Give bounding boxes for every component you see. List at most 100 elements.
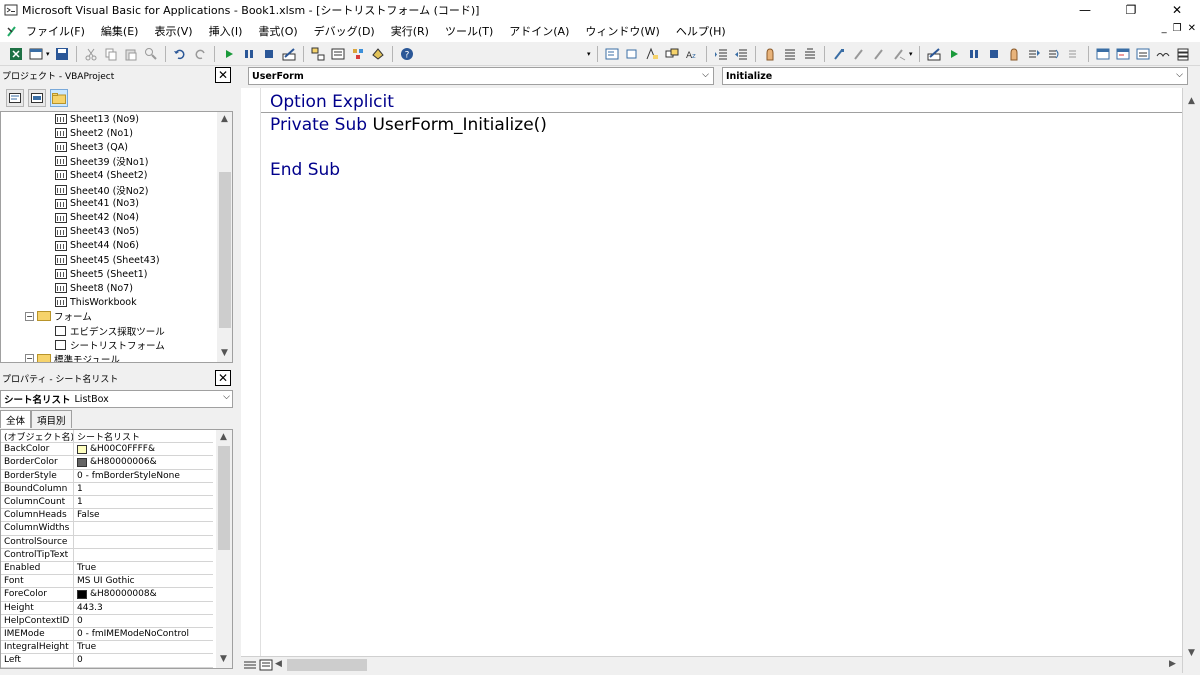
property-value[interactable]: 0 - fmBorderStyleNone [74, 470, 213, 482]
properties-scroll-thumb[interactable] [218, 446, 230, 550]
project-explorer-icon[interactable] [310, 46, 326, 62]
view-code-button[interactable] [6, 89, 24, 107]
breakpoint-icon-2[interactable] [1006, 46, 1022, 62]
tree-item[interactable]: − フォーム [25, 309, 92, 323]
properties-pane-close-button[interactable]: ✕ [215, 370, 231, 386]
property-value[interactable]: &H00C0FFFF& [74, 443, 213, 455]
property-value[interactable]: True [74, 641, 213, 653]
save-icon[interactable] [54, 46, 70, 62]
tree-item[interactable]: シートリストフォーム [55, 338, 165, 352]
tab-alphabetic[interactable]: 全体 [0, 410, 32, 428]
tree-item[interactable]: Sheet45 (Sheet43) [55, 253, 160, 267]
tab-categorized[interactable]: 項目別 [31, 410, 72, 428]
property-row[interactable]: Enabled True [1, 562, 213, 576]
undo-icon[interactable] [172, 46, 188, 62]
mdi-minimize-button[interactable]: _ [1162, 23, 1167, 34]
tree-item[interactable]: Sheet13 (No9) [55, 112, 139, 126]
property-value[interactable]: 1 [74, 483, 213, 495]
property-value[interactable]: 0 - fmIMEModeNoControl [74, 628, 213, 640]
menu-item-10[interactable]: ヘルプ(H) [668, 23, 734, 39]
tree-item[interactable]: エビデンス採取ツール [55, 324, 165, 338]
toolbox-icon[interactable] [370, 46, 386, 62]
list-properties-icon[interactable] [604, 46, 620, 62]
menu-item-6[interactable]: 実行(R) [383, 23, 437, 39]
call-stack-icon[interactable] [1175, 46, 1191, 62]
copy-icon[interactable] [103, 46, 119, 62]
property-row[interactable]: ColumnHeads False [1, 509, 213, 523]
tree-item[interactable]: − 標準モジュール [25, 352, 120, 362]
property-value[interactable]: 1 [74, 496, 213, 508]
tree-item[interactable]: Sheet4 (Sheet2) [55, 168, 147, 182]
code-horizontal-scroll-thumb[interactable] [287, 659, 367, 671]
property-value[interactable]: 0 [74, 654, 213, 666]
comment-block-icon[interactable] [782, 46, 798, 62]
tree-item[interactable]: Sheet42 (No4) [55, 211, 139, 225]
run-icon-2[interactable] [946, 46, 962, 62]
design-mode-icon-2[interactable] [926, 46, 942, 62]
tree-item[interactable]: Sheet2 (No1) [55, 126, 133, 140]
object-dropdown[interactable]: UserForm ⌵ [248, 67, 714, 85]
menu-item-5[interactable]: デバッグ(D) [306, 23, 383, 39]
property-value[interactable]: 443.3 [74, 602, 213, 614]
scroll-left-icon[interactable]: ◀ [275, 659, 282, 669]
menu-item-7[interactable]: ツール(T) [437, 23, 501, 39]
code-line[interactable]: Option Explicit [270, 92, 394, 112]
property-value[interactable]: シート名リスト [74, 430, 213, 443]
collapse-toggle-icon[interactable]: − [25, 311, 34, 321]
tree-item[interactable]: Sheet39 (没No1) [55, 154, 148, 168]
reset-icon-2[interactable] [986, 46, 1002, 62]
properties-window-icon[interactable] [330, 46, 346, 62]
code-editor[interactable] [241, 88, 1182, 656]
code-horizontal-scrollbar[interactable]: ◀ ▶ [241, 656, 1182, 673]
menu-item-1[interactable]: 編集(E) [93, 23, 147, 39]
clear-bookmarks-icon[interactable] [891, 46, 907, 62]
run-icon[interactable] [221, 46, 237, 62]
scroll-down-icon[interactable]: ▼ [1188, 648, 1195, 658]
outdent-icon[interactable] [733, 46, 749, 62]
property-row[interactable]: ColumnCount 1 [1, 496, 213, 510]
next-bookmark-icon[interactable] [851, 46, 867, 62]
quick-watch-icon[interactable] [1155, 46, 1171, 62]
scroll-up-icon[interactable]: ▲ [1188, 96, 1195, 106]
step-out-icon[interactable] [1066, 46, 1082, 62]
property-row[interactable]: IntegralHeight True [1, 641, 213, 655]
complete-word-icon[interactable]: Az [684, 46, 700, 62]
menu-item-4[interactable]: 書式(O) [250, 23, 305, 39]
redo-icon[interactable] [192, 46, 208, 62]
parameter-info-icon[interactable] [664, 46, 680, 62]
indent-icon[interactable] [713, 46, 729, 62]
find-icon[interactable] [143, 46, 159, 62]
mdi-restore-button[interactable]: ❐ [1173, 23, 1182, 34]
scroll-down-icon[interactable]: ▼ [220, 654, 227, 664]
tree-item[interactable]: Sheet3 (QA) [55, 140, 128, 154]
property-row[interactable]: BorderColor &H80000006& [1, 456, 213, 470]
procedure-dropdown[interactable]: Initialize ⌵ [722, 67, 1188, 85]
scroll-down-icon[interactable]: ▼ [221, 348, 228, 358]
toggle-breakpoint-icon[interactable] [762, 46, 778, 62]
code-margin[interactable] [241, 88, 261, 656]
scroll-up-icon[interactable]: ▲ [220, 432, 227, 442]
tree-item[interactable]: Sheet44 (No6) [55, 239, 139, 253]
break-icon[interactable] [241, 46, 257, 62]
project-tree-scrollbar[interactable]: ▲ ▼ [217, 112, 232, 362]
chevron-down-icon[interactable]: ⌵ [223, 392, 230, 402]
property-value[interactable] [74, 536, 213, 548]
immediate-window-icon[interactable] [1115, 46, 1131, 62]
toolbar-overflow-icon-2[interactable]: ▾ [909, 46, 915, 62]
collapse-toggle-icon[interactable]: − [25, 354, 34, 362]
code-vertical-scrollbar[interactable]: ▲ ▼ [1182, 88, 1200, 673]
property-value[interactable]: &H80000006& [74, 456, 213, 468]
code-line[interactable]: Private Sub UserForm_Initialize() [270, 115, 547, 135]
property-row[interactable]: Height 443.3 [1, 601, 213, 615]
property-value[interactable]: MS UI Gothic [74, 575, 213, 587]
object-browser-icon[interactable] [350, 46, 366, 62]
menu-item-8[interactable]: アドイン(A) [501, 23, 577, 39]
help-icon[interactable]: ? [399, 46, 415, 62]
property-value[interactable]: False [74, 509, 213, 521]
list-constants-icon[interactable] [624, 46, 640, 62]
minimize-button[interactable]: — [1062, 0, 1108, 20]
menu-item-3[interactable]: 挿入(I) [201, 23, 251, 39]
toggle-bookmark-icon[interactable] [831, 46, 847, 62]
mdi-close-button[interactable]: ✕ [1188, 23, 1196, 34]
property-row[interactable]: Font MS UI Gothic [1, 575, 213, 589]
